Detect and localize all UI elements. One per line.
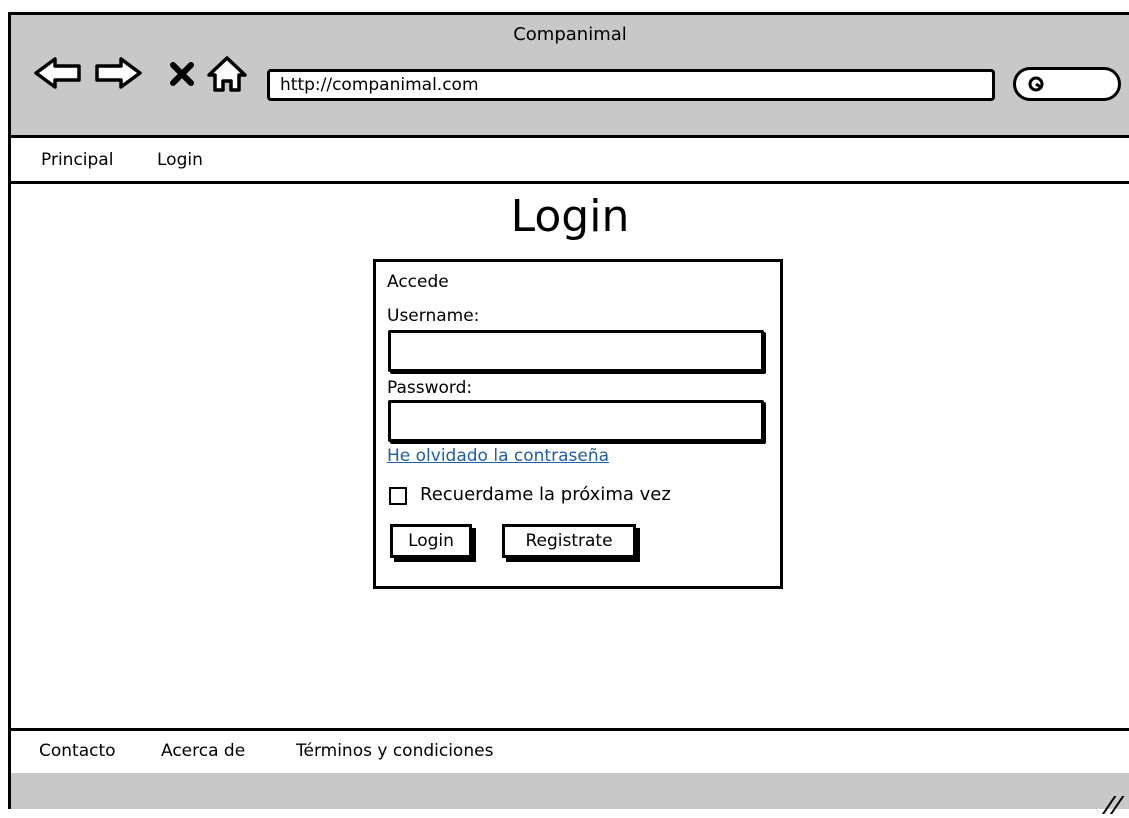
password-label: Password: [387,378,473,398]
password-field[interactable] [388,400,764,442]
browser-search-field[interactable] [1013,67,1121,101]
footer-link-terminos[interactable]: Términos y condiciones [296,741,493,761]
register-button[interactable]: Registrate [502,524,636,558]
home-icon[interactable] [205,55,249,93]
window-title: Companimal [513,24,627,45]
back-arrow-icon[interactable] [33,55,83,91]
username-label: Username: [387,306,480,326]
forgot-password-link[interactable]: He olvidado la contraseña [387,446,609,466]
browser-toolbar: Companimal http://companimal.com [11,15,1129,138]
url-field[interactable]: http://companimal.com [267,69,995,101]
browser-window: Companimal http://companimal.com Princip… [8,12,1129,818]
login-button[interactable]: Login [390,524,472,558]
footer-link-acerca[interactable]: Acerca de [161,741,245,761]
panel-heading: Accede [387,272,449,292]
username-field[interactable] [388,330,764,372]
menu-bar: Principal Login [11,138,1129,184]
page-title: Login [510,191,630,242]
menu-item-principal[interactable]: Principal [41,150,113,170]
status-bar: // [11,773,1129,818]
resize-grip-icon[interactable]: // [1100,793,1125,818]
footer-bar: Contacto Acerca de Términos y condicione… [11,728,1129,776]
login-panel: Accede Username: Password: He olvidado l… [373,259,783,589]
footer-link-contacto[interactable]: Contacto [39,741,116,761]
search-icon [1028,76,1044,92]
menu-item-login[interactable]: Login [157,150,203,170]
remember-me-label: Recuerdame la próxima vez [420,484,671,505]
forward-arrow-icon[interactable] [93,55,143,91]
remember-me-checkbox[interactable] [389,487,407,505]
close-x-icon[interactable] [169,61,195,87]
